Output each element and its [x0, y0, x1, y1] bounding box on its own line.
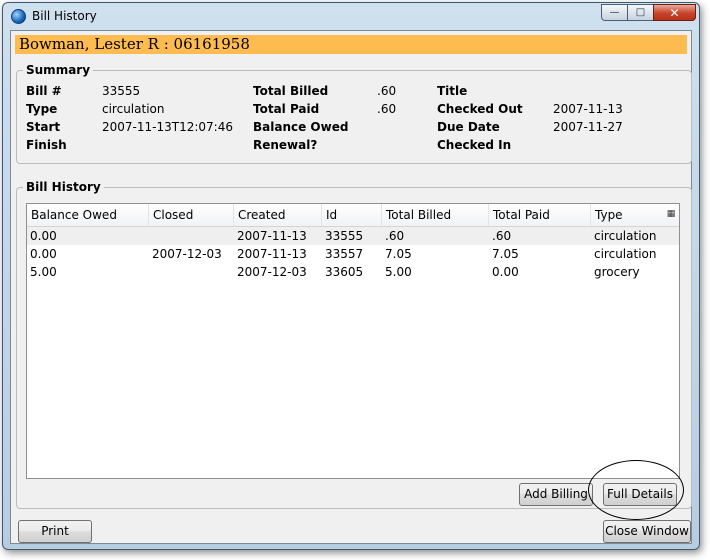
window-content: Bowman, Lester R : 06161958 Summary Bill…: [10, 30, 692, 544]
cell-total-paid: 7.05: [492, 247, 519, 261]
table-row[interactable]: 0.00 2007-11-13 33555 .60 .60 circulatio…: [27, 227, 679, 245]
column-header-closed[interactable]: Closed: [149, 204, 234, 226]
finish-label: Finish: [26, 138, 67, 152]
cell-type: circulation: [594, 247, 657, 261]
cell-id: 33605: [325, 265, 364, 279]
start-label: Start: [26, 120, 61, 134]
checked-out-label: Checked Out: [437, 102, 523, 116]
close-window-button[interactable]: Close Window: [603, 520, 691, 543]
cell-total-billed: .60: [385, 229, 405, 243]
cell-type: circulation: [594, 229, 657, 243]
bill-number-label: Bill #: [26, 84, 62, 98]
title-bar[interactable]: Bill History — □ ✕: [3, 3, 699, 29]
cell-id: 33555: [325, 229, 364, 243]
total-billed-value: .60: [377, 84, 397, 98]
table-row[interactable]: 5.00 2007-12-03 33605 5.00 0.00 grocery: [27, 263, 679, 281]
total-paid-label: Total Paid: [253, 102, 320, 116]
cell-created: 2007-12-03: [237, 265, 307, 279]
column-header-total-paid[interactable]: Total Paid: [489, 204, 591, 226]
cell-id: 33557: [325, 247, 364, 261]
cell-total-billed: 7.05: [385, 247, 412, 261]
start-value: 2007-11-13T12:07:46: [102, 120, 233, 134]
cell-balance-owed: 0.00: [30, 229, 57, 243]
bill-history-table[interactable]: Balance Owed Closed Created Id Total Bil…: [26, 203, 680, 479]
cell-total-paid: 0.00: [492, 265, 519, 279]
type-label: Type: [26, 102, 58, 116]
bill-history-window: Bill History — □ ✕ Bowman, Lester R : 06…: [2, 2, 700, 550]
due-date-label: Due Date: [437, 120, 500, 134]
item-title-label: Title: [437, 84, 468, 98]
bill-history-group: Bill History Balance Owed Closed Created…: [16, 180, 692, 509]
print-button[interactable]: Print: [18, 520, 92, 543]
cell-closed: 2007-12-03: [152, 247, 222, 261]
column-header-total-billed[interactable]: Total Billed: [382, 204, 489, 226]
cell-balance-owed: 5.00: [30, 265, 57, 279]
total-billed-label: Total Billed: [253, 84, 329, 98]
maximize-button[interactable]: □: [627, 4, 654, 21]
cell-balance-owed: 0.00: [30, 247, 57, 261]
column-header-created[interactable]: Created: [234, 204, 322, 226]
cell-closed: [149, 263, 152, 281]
column-header-balance-owed[interactable]: Balance Owed: [27, 204, 149, 226]
cell-closed: [149, 227, 152, 245]
checked-in-label: Checked In: [437, 138, 512, 152]
balance-owed-label: Balance Owed: [253, 120, 349, 134]
column-header-id[interactable]: Id: [322, 204, 382, 226]
cell-total-paid: .60: [492, 229, 512, 243]
checked-out-value: 2007-11-13: [553, 102, 623, 116]
table-header: Balance Owed Closed Created Id Total Bil…: [27, 204, 679, 227]
bill-number-value: 33555: [102, 84, 141, 98]
cell-total-billed: 5.00: [385, 265, 412, 279]
full-details-button[interactable]: Full Details: [603, 483, 677, 506]
minimize-button[interactable]: —: [601, 4, 628, 21]
close-window-x-button[interactable]: ✕: [653, 4, 696, 21]
window-title: Bill History: [32, 9, 97, 23]
patron-header: Bowman, Lester R : 06161958: [15, 35, 687, 54]
bill-history-title: Bill History: [23, 180, 104, 194]
renewal-label: Renewal?: [253, 138, 318, 152]
column-header-type[interactable]: Type: [591, 204, 665, 226]
summary-group: Summary Bill # 33555 Type circulation St…: [16, 63, 692, 164]
cell-type: grocery: [594, 265, 640, 279]
due-date-value: 2007-11-27: [553, 120, 623, 134]
column-picker-icon[interactable]: ▦: [665, 208, 677, 220]
cell-created: 2007-11-13: [237, 247, 307, 261]
cell-created: 2007-11-13: [237, 229, 307, 243]
total-paid-value: .60: [377, 102, 397, 116]
app-globe-icon: [11, 9, 26, 24]
summary-title: Summary: [23, 63, 94, 77]
add-billing-button[interactable]: Add Billing: [519, 483, 593, 506]
table-row[interactable]: 0.00 2007-12-03 2007-11-13 33557 7.05 7.…: [27, 245, 679, 263]
type-value: circulation: [102, 102, 165, 116]
